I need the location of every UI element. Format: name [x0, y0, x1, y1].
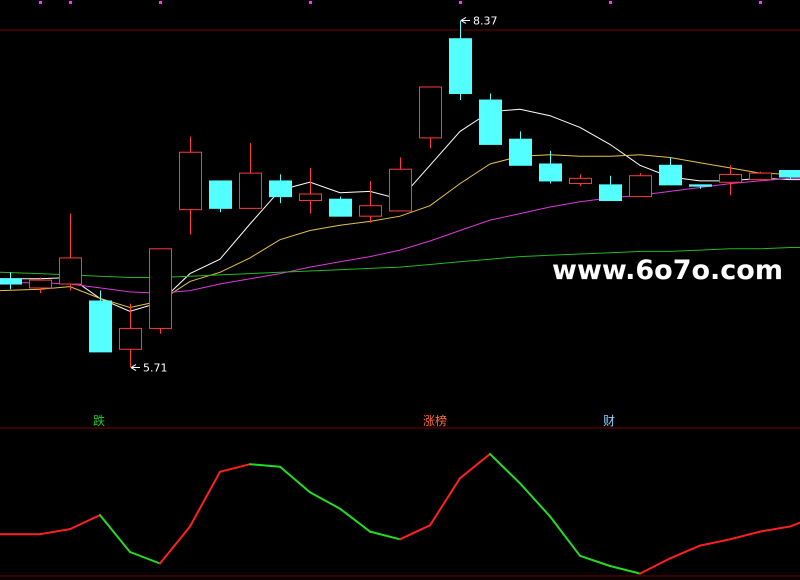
candle-down	[599, 175, 622, 202]
candle-up	[29, 277, 52, 294]
high-price-marker: 8.37	[460, 14, 498, 27]
oscillator-line	[0, 453, 800, 575]
osc-segment-falling	[369, 530, 401, 541]
osc-segment-falling	[279, 465, 311, 494]
candle-body	[749, 172, 772, 181]
osc-segment-rising	[429, 477, 461, 527]
stock-chart: 8.37 5.71 跌 涨榜 财 www.6o7o.com	[0, 1, 800, 577]
candle-down	[659, 157, 682, 186]
top-marker	[69, 1, 72, 4]
osc-segment-rising	[639, 557, 671, 575]
candle-body	[149, 248, 172, 329]
candle-body	[29, 279, 52, 289]
candle-down	[329, 196, 352, 217]
grid-lines	[0, 29, 800, 577]
top-marker	[759, 1, 762, 4]
marker-label: 8.37	[473, 14, 498, 27]
candle-body	[629, 175, 652, 198]
candle-body	[569, 177, 592, 185]
osc-segment-falling	[309, 491, 341, 510]
candle-body	[449, 38, 472, 95]
marker-label: 5.71	[143, 362, 168, 375]
candle-body	[119, 327, 142, 350]
candle-body	[209, 180, 232, 209]
osc-segment-falling	[129, 551, 161, 565]
watermark-text: www.6o7o.com	[552, 255, 783, 286]
candle-down	[89, 290, 112, 353]
candle-up	[59, 213, 82, 291]
osc-segment-rising	[789, 521, 800, 528]
candle-body	[509, 138, 532, 166]
candle-down	[209, 180, 232, 213]
top-marker	[609, 1, 612, 4]
candle-body	[329, 198, 352, 217]
candle-body	[779, 170, 800, 178]
top-marker	[39, 1, 42, 4]
candle-body	[239, 172, 262, 209]
low-price-marker: 5.71	[130, 362, 168, 375]
osc-segment-rising	[159, 525, 191, 565]
candle-body	[89, 300, 112, 353]
candle-body	[419, 86, 442, 139]
osc-segment-rising	[189, 470, 221, 528]
candle-up	[179, 136, 202, 235]
top-marker	[159, 1, 162, 4]
osc-segment-rising	[729, 530, 761, 541]
candle-down	[0, 272, 22, 290]
osc-segment-falling	[339, 507, 371, 533]
osc-segment-falling	[609, 565, 641, 575]
candlesticks	[0, 20, 800, 368]
top-marker	[309, 1, 312, 4]
candle-up	[419, 86, 442, 149]
candle-body	[359, 205, 382, 217]
candle-up	[749, 171, 772, 181]
marker-arrow	[130, 364, 140, 371]
osc-segment-falling	[549, 515, 581, 557]
candle-down	[479, 93, 502, 145]
candle-up	[359, 180, 382, 223]
marker-arrow	[460, 17, 470, 24]
candle-up	[389, 157, 412, 212]
candle-body	[599, 184, 622, 202]
candle-up	[629, 173, 652, 198]
candle-body	[659, 164, 682, 186]
osc-segment-falling	[519, 482, 551, 518]
top-marker	[459, 1, 462, 4]
candle-body	[179, 151, 202, 211]
osc-segment-falling	[579, 554, 611, 567]
candle-body	[719, 173, 742, 183]
osc-segment-rising	[39, 528, 71, 536]
candle-body	[389, 168, 412, 212]
candle-body	[0, 278, 22, 285]
osc-segment-rising	[669, 544, 701, 560]
candle-body	[269, 180, 292, 198]
osc-segment-falling	[99, 514, 131, 553]
candle-up	[239, 143, 262, 209]
candle-up	[149, 248, 172, 334]
candle-body	[59, 257, 82, 285]
candle-down	[449, 20, 472, 101]
osc-segment-falling	[249, 463, 281, 468]
osc-segment-rising	[699, 538, 731, 547]
osc-segment-rising	[69, 514, 101, 531]
candle-body	[299, 193, 322, 202]
osc-segment-rising	[399, 524, 431, 541]
candle-up	[119, 303, 142, 368]
candle-down	[509, 131, 532, 166]
candle-up	[299, 167, 322, 214]
osc-segment-falling	[489, 453, 521, 485]
candle-down	[539, 150, 562, 184]
osc-segment-rising	[459, 453, 491, 480]
signal-label: 跌	[93, 413, 105, 428]
osc-segment-rising	[219, 463, 251, 473]
candle-body	[479, 99, 502, 145]
candle-body	[689, 184, 712, 187]
candle-up	[569, 174, 592, 187]
top-grid-markers	[39, 1, 762, 4]
signal-labels: 跌 涨榜 财	[93, 413, 615, 428]
signal-label: 涨榜	[423, 413, 447, 428]
signal-label: 财	[603, 414, 615, 428]
candle-body	[539, 163, 562, 182]
osc-segment-rising	[759, 525, 791, 533]
